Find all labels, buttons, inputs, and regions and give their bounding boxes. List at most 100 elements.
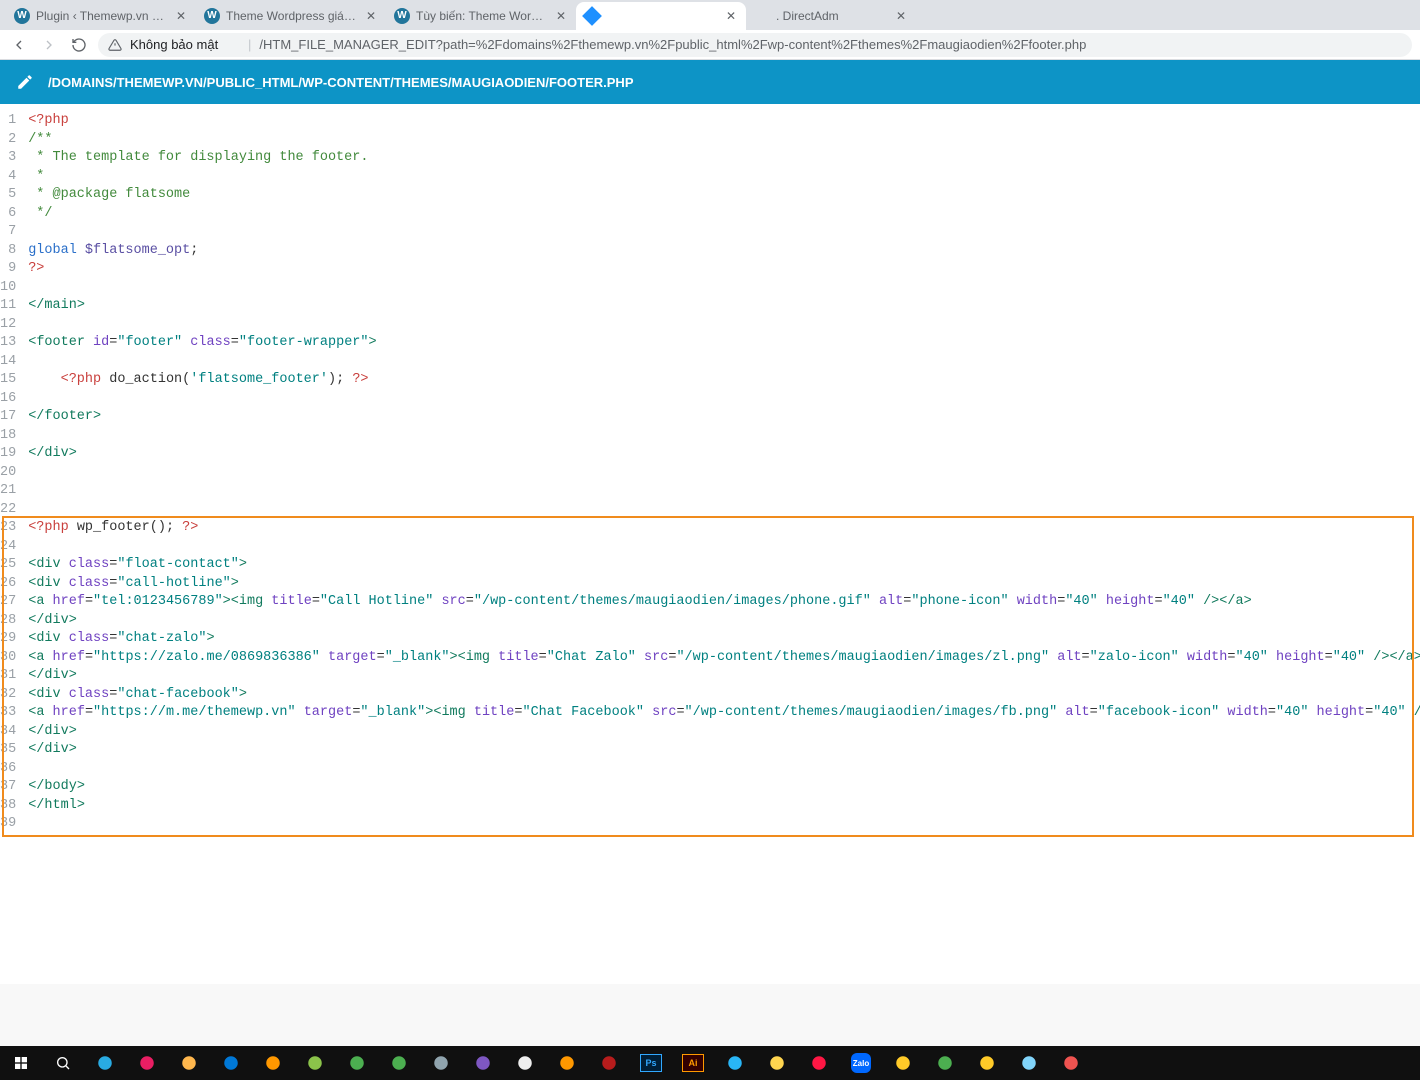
line-number: 13	[0, 334, 16, 353]
code-line[interactable]: * The template for displaying the footer…	[28, 149, 1420, 168]
code-line[interactable]: <div class="chat-facebook">	[28, 686, 1420, 705]
taskbar-mail-icon[interactable]	[424, 1048, 458, 1078]
browser-tabstrip: WPlugin ‹ Themewp.vn — W✕WTheme Wordpres…	[0, 0, 1420, 30]
code-line[interactable]: <a href="https://zalo.me/0869836386" tar…	[28, 649, 1420, 668]
taskbar-start-icon[interactable]	[4, 1048, 38, 1078]
line-number: 24	[0, 538, 16, 557]
code-line[interactable]	[28, 482, 1420, 501]
taskbar-opera-icon[interactable]	[802, 1048, 836, 1078]
code-line[interactable]: </main>	[28, 297, 1420, 316]
code-line[interactable]	[28, 501, 1420, 520]
code-line[interactable]: <div class="chat-zalo">	[28, 630, 1420, 649]
code-line[interactable]	[28, 316, 1420, 335]
taskbar-zalo-icon[interactable]: Zalo	[844, 1048, 878, 1078]
code-line[interactable]: </div>	[28, 445, 1420, 464]
code-line[interactable]	[28, 464, 1420, 483]
line-number: 2	[0, 131, 16, 150]
code-line[interactable]: </div>	[28, 612, 1420, 631]
taskbar-sparkle-icon[interactable]	[760, 1048, 794, 1078]
code-line[interactable]: global $flatsome_opt;	[28, 242, 1420, 261]
wordpress-icon: W	[394, 8, 410, 24]
code-line[interactable]: <div class="call-hotline">	[28, 575, 1420, 594]
code-line[interactable]	[28, 427, 1420, 446]
taskbar-chrome-icon[interactable]	[340, 1048, 374, 1078]
code-line[interactable]	[28, 538, 1420, 557]
code-line[interactable]: </div>	[28, 741, 1420, 760]
code-line[interactable]: <?php	[28, 112, 1420, 131]
taskbar-ring-icon[interactable]	[130, 1048, 164, 1078]
code-line[interactable]	[28, 760, 1420, 779]
code-line[interactable]: </html>	[28, 797, 1420, 816]
code-line[interactable]: </div>	[28, 667, 1420, 686]
taskbar-search-icon[interactable]	[46, 1048, 80, 1078]
browser-tab[interactable]: ✕	[576, 2, 746, 30]
code-line[interactable]: <?php do_action('flatsome_footer'); ?>	[28, 371, 1420, 390]
code-line[interactable]: </footer>	[28, 408, 1420, 427]
reload-button[interactable]	[68, 34, 90, 56]
line-number: 1	[0, 112, 16, 131]
taskbar-chrome-canary-icon[interactable]	[382, 1048, 416, 1078]
close-icon[interactable]: ✕	[174, 9, 188, 23]
line-number: 17	[0, 408, 16, 427]
code-line[interactable]: </body>	[28, 778, 1420, 797]
code-line[interactable]	[28, 353, 1420, 372]
close-icon[interactable]: ✕	[894, 9, 908, 23]
taskbar-cloud-icon[interactable]	[88, 1048, 122, 1078]
code-line[interactable]	[28, 223, 1420, 242]
line-number: 9	[0, 260, 16, 279]
code-line[interactable]: <a href="https://m.me/themewp.vn" target…	[28, 704, 1420, 723]
blank-icon	[754, 8, 770, 24]
taskbar-telegram-icon[interactable]	[718, 1048, 752, 1078]
forward-button[interactable]	[38, 34, 60, 56]
taskbar-purple-icon[interactable]	[466, 1048, 500, 1078]
line-number: 23	[0, 519, 16, 538]
taskbar-brush-icon[interactable]	[928, 1048, 962, 1078]
address-security-text[interactable]	[130, 37, 240, 52]
taskbar-palette-icon[interactable]	[1054, 1048, 1088, 1078]
code-line[interactable]: <footer id="footer" class="footer-wrappe…	[28, 334, 1420, 353]
code-editor[interactable]: 1234567891011121314151617181920212223242…	[0, 104, 1420, 984]
browser-tab[interactable]: WPlugin ‹ Themewp.vn — W✕	[6, 2, 196, 30]
taskbar-edge-icon[interactable]	[214, 1048, 248, 1078]
address-url: /HTM_FILE_MANAGER_EDIT?path=%2Fdomains%2…	[259, 37, 1086, 52]
line-number: 38	[0, 797, 16, 816]
taskbar-notes-icon[interactable]	[298, 1048, 332, 1078]
windows-taskbar[interactable]: Ps Ai Zalo	[0, 1046, 1420, 1080]
code-line[interactable]: *	[28, 168, 1420, 187]
edit-icon	[16, 73, 34, 91]
code-line[interactable]	[28, 279, 1420, 298]
taskbar-filezilla-icon[interactable]	[592, 1048, 626, 1078]
taskbar-split-icon[interactable]	[508, 1048, 542, 1078]
browser-tab[interactable]: . DirectAdm✕	[746, 2, 916, 30]
code-line[interactable]: */	[28, 205, 1420, 224]
taskbar-sublime-icon[interactable]	[550, 1048, 584, 1078]
address-bar[interactable]: | /HTM_FILE_MANAGER_EDIT?path=%2Fdomains…	[98, 33, 1412, 57]
breadcrumb-path: /DOMAINS/THEMEWP.VN/PUBLIC_HTML/WP-CONTE…	[48, 75, 634, 90]
code-line[interactable]	[28, 815, 1420, 834]
close-icon[interactable]: ✕	[364, 9, 378, 23]
back-button[interactable]	[8, 34, 30, 56]
taskbar-illustrator-icon[interactable]: Ai	[676, 1048, 710, 1078]
close-icon[interactable]: ✕	[724, 9, 738, 23]
code-line[interactable]: <div class="float-contact">	[28, 556, 1420, 575]
code-line[interactable]: </div>	[28, 723, 1420, 742]
taskbar-firefox-icon[interactable]	[256, 1048, 290, 1078]
taskbar-photoshop-icon[interactable]: Ps	[634, 1048, 668, 1078]
taskbar-note2-icon[interactable]	[1012, 1048, 1046, 1078]
code-line[interactable]: <a href="tel:0123456789"><img title="Cal…	[28, 593, 1420, 612]
close-icon[interactable]: ✕	[554, 9, 568, 23]
code-line[interactable]: ?>	[28, 260, 1420, 279]
line-number: 4	[0, 168, 16, 187]
code-line[interactable]: <?php wp_footer(); ?>	[28, 519, 1420, 538]
code-line[interactable]: * @package flatsome	[28, 186, 1420, 205]
taskbar-folder-icon[interactable]	[970, 1048, 1004, 1078]
line-number: 20	[0, 464, 16, 483]
code-line[interactable]	[28, 390, 1420, 409]
browser-tab[interactable]: WTheme Wordpress giá rẻ, c✕	[196, 2, 386, 30]
code-area[interactable]: <?php/** * The template for displaying t…	[20, 104, 1420, 842]
code-line[interactable]: /**	[28, 131, 1420, 150]
taskbar-face-icon[interactable]	[172, 1048, 206, 1078]
browser-tab[interactable]: WTùy biến: Theme Wordpres✕	[386, 2, 576, 30]
line-number: 37	[0, 778, 16, 797]
taskbar-folder-y-icon[interactable]	[886, 1048, 920, 1078]
